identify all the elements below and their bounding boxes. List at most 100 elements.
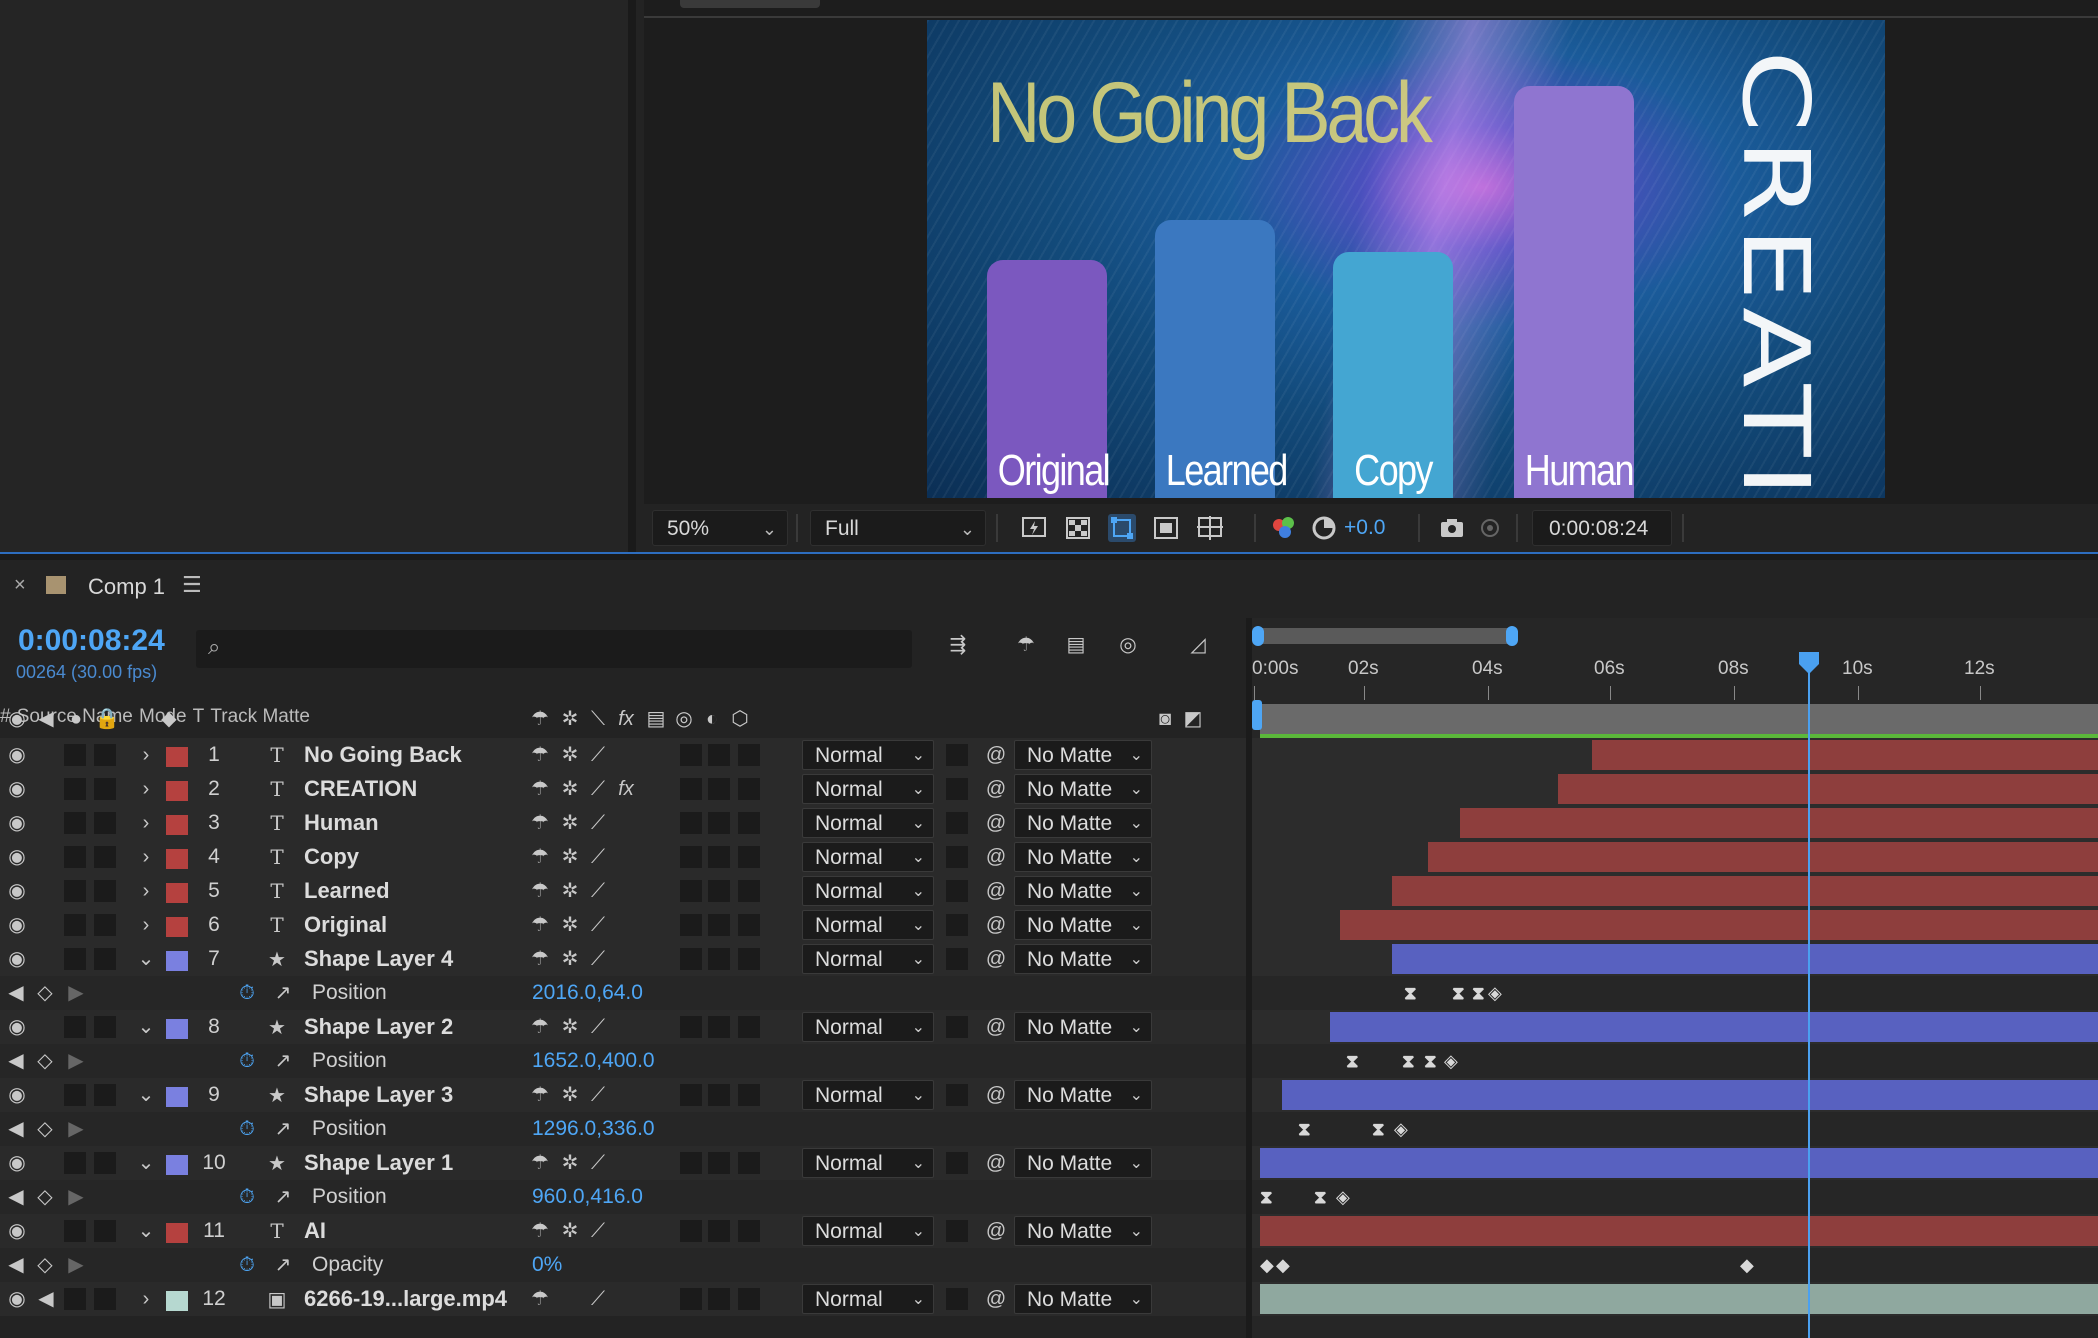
track-matte-dropdown[interactable]: No Matte ⌄ (1014, 1012, 1152, 1042)
preserve-transparency-switch[interactable] (946, 948, 968, 970)
lock-switch[interactable] (94, 846, 116, 868)
3d-layer-switch[interactable] (738, 914, 760, 936)
track-matte-dropdown[interactable]: No Matte ⌄ (1014, 842, 1152, 872)
time-navigator-start[interactable] (1252, 626, 1264, 646)
previous-keyframe-icon[interactable]: ◀ (6, 976, 26, 1010)
eye-icon[interactable]: ◉ (4, 874, 30, 908)
shy-switch-icon[interactable]: ☂ (528, 738, 552, 772)
collapse-switch-icon[interactable]: ✲ (558, 806, 582, 840)
shy-switch-icon[interactable]: ☂ (528, 1214, 552, 1248)
keyframe-icon[interactable]: ◈ (1394, 1120, 1408, 1138)
quality-switch-icon[interactable]: ⟋ (586, 738, 610, 772)
exposure-value[interactable]: +0.0 (1344, 512, 1385, 544)
layer-row[interactable]: ◉ › 2 T CREATION ☂ ✲ ⟋ fx Normal ⌄ @ No Matte ⌄ (0, 772, 1248, 806)
layer-duration-bar[interactable] (1260, 1148, 2098, 1178)
keyframe-icon[interactable]: ◆ (1276, 1256, 1290, 1274)
close-icon[interactable]: × (14, 574, 26, 597)
graph-icon[interactable]: ↗ (270, 1180, 296, 1214)
property-value[interactable]: 1652.0,400.0 (532, 1044, 655, 1078)
preserve-transparency-switch[interactable] (946, 880, 968, 902)
solo-switch[interactable] (64, 880, 86, 902)
layer-row[interactable]: ◉ › 1 T No Going Back ☂ ✲ ⟋ Normal ⌄ @ No Matte ⌄ (0, 738, 1248, 772)
track-matte-dropdown[interactable]: No Matte ⌄ (1014, 876, 1152, 906)
shy-switch-icon[interactable]: ☂ (528, 942, 552, 976)
preserve-transparency-switch[interactable] (946, 1016, 968, 1038)
viewer-tab[interactable] (680, 0, 820, 8)
track-matte-dropdown[interactable]: No Matte ⌄ (1014, 1080, 1152, 1110)
adjustment-switch[interactable] (708, 1016, 730, 1038)
layer-name[interactable]: Shape Layer 1 (304, 1146, 453, 1180)
layer-name[interactable]: Original (304, 908, 387, 942)
layer-duration-bar[interactable] (1330, 1012, 2098, 1042)
property-track[interactable]: ⧗ ⧗ ◈ (1252, 1180, 2098, 1214)
chevron-down-icon[interactable]: ⌄ (136, 942, 156, 976)
eye-icon[interactable]: ◉ (4, 1146, 30, 1180)
shy-switch-icon[interactable]: ☂ (528, 806, 552, 840)
current-time-indicator-head[interactable] (1797, 652, 1821, 674)
mask-path-icon[interactable] (1108, 514, 1136, 542)
next-keyframe-icon[interactable]: ▶ (66, 1044, 86, 1078)
layer-row[interactable]: ◉ ⌄ 7 ★ Shape Layer 4 ☂ ✲ ⟋ Normal ⌄ @ No Matte ⌄ (0, 942, 1248, 976)
lock-switch[interactable] (94, 1288, 116, 1310)
layer-row[interactable]: ◉ › 6 T Original ☂ ✲ ⟋ Normal ⌄ @ No Matte ⌄ (0, 908, 1248, 942)
layer-name[interactable]: Human (304, 806, 379, 840)
lock-switch[interactable] (94, 1152, 116, 1174)
property-row[interactable]: ◀ ◇ ▶ ⏱ ↗ Position 1296.0,336.0 (0, 1112, 1248, 1146)
shy-switch-icon[interactable]: ☂ (528, 840, 552, 874)
blend-mode-dropdown[interactable]: Normal ⌄ (802, 1012, 934, 1042)
graph-icon[interactable]: ↗ (270, 1112, 296, 1146)
composition-frame[interactable]: No Going Back CREATION Original Learned … (927, 20, 1885, 498)
adjustment-switch[interactable] (708, 1152, 730, 1174)
layer-duration-bar[interactable] (1392, 876, 2098, 906)
keyframe-icon[interactable]: ◆ (1260, 1256, 1274, 1274)
eye-icon[interactable]: ◉ (4, 1214, 30, 1248)
panel-divider[interactable] (0, 552, 2098, 560)
layer-row[interactable]: ◉ › 5 T Learned ☂ ✲ ⟋ Normal ⌄ @ No Matte ⌄ (0, 874, 1248, 908)
layer-track[interactable] (1252, 806, 2098, 840)
shy-switch-icon[interactable]: ☂ (528, 908, 552, 942)
previous-keyframe-icon[interactable]: ◀ (6, 1044, 26, 1078)
motion-blur-switch[interactable] (680, 1016, 702, 1038)
solo-switch[interactable] (64, 1016, 86, 1038)
work-area-start-handle[interactable] (1252, 700, 1262, 730)
matte-link-icon[interactable]: @ (982, 1146, 1010, 1180)
layer-name[interactable]: AI (304, 1214, 326, 1248)
motion-blur-switch[interactable] (680, 1152, 702, 1174)
collapse-switch-icon[interactable]: ✲ (558, 772, 582, 806)
layer-track[interactable] (1252, 1214, 2098, 1248)
blend-mode-dropdown[interactable]: Normal ⌄ (802, 1148, 934, 1178)
chevron-down-icon[interactable]: ⌄ (136, 1146, 156, 1180)
solo-switch[interactable] (64, 1152, 86, 1174)
property-track[interactable]: ◆ ◆ ◆ (1252, 1248, 2098, 1282)
quality-switch-icon[interactable]: ⟋ (586, 1078, 610, 1112)
label-color-chip[interactable] (166, 1019, 188, 1039)
shy-switch-icon[interactable]: ☂ (528, 1282, 552, 1316)
region-of-interest-icon[interactable] (1152, 514, 1180, 542)
keyframe-icon[interactable]: ◆ (1740, 1256, 1754, 1274)
layer-duration-bar[interactable] (1340, 910, 2098, 940)
column-track-matte[interactable]: Track Matte (210, 706, 310, 727)
3d-layer-switch[interactable] (738, 812, 760, 834)
shy-switch-icon[interactable]: ☂ (528, 1078, 552, 1112)
previous-keyframe-icon[interactable]: ◀ (6, 1180, 26, 1214)
eye-icon[interactable]: ◉ (4, 772, 30, 806)
motion-blur-switch[interactable] (680, 880, 702, 902)
chevron-right-icon[interactable]: › (136, 840, 156, 874)
quality-switch-icon[interactable]: ⟋ (586, 1214, 610, 1248)
solo-switch[interactable] (64, 1288, 86, 1310)
keyframe-icon[interactable]: ⧗ (1424, 1052, 1437, 1070)
motion-blur-switch[interactable] (680, 846, 702, 868)
blend-mode-dropdown[interactable]: Normal ⌄ (802, 910, 934, 940)
layer-track[interactable] (1252, 1078, 2098, 1112)
work-area-bar[interactable] (1260, 704, 2098, 734)
3d-layer-switch[interactable] (738, 744, 760, 766)
label-color-chip[interactable] (166, 781, 188, 801)
preserve-transparency-switch[interactable] (946, 1084, 968, 1106)
layer-search-input[interactable]: ⌕ (196, 630, 912, 668)
layer-duration-bar[interactable] (1558, 774, 2098, 804)
eye-icon[interactable]: ◉ (4, 1010, 30, 1044)
layer-duration-bar[interactable] (1460, 808, 2098, 838)
chevron-right-icon[interactable]: › (136, 738, 156, 772)
matte-link-icon[interactable]: @ (982, 806, 1010, 840)
label-color-chip[interactable] (166, 883, 188, 903)
